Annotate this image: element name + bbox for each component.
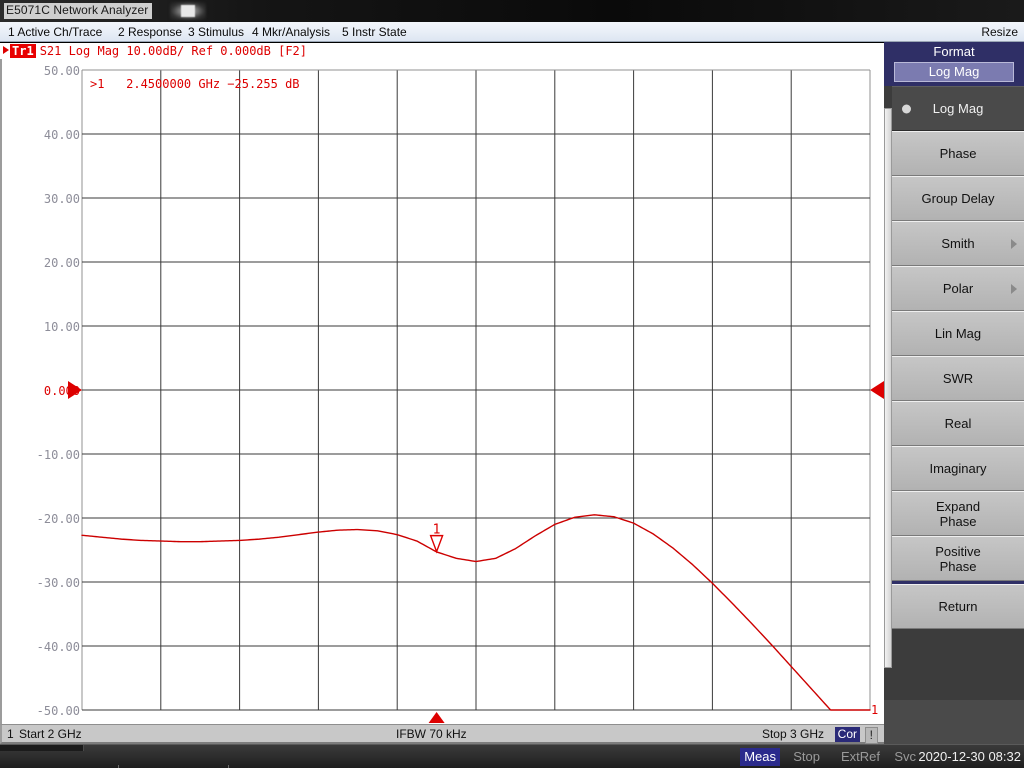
status-ifbw[interactable]: IFBW 70 kHz	[396, 727, 467, 742]
status-correction-badge[interactable]: Cor	[835, 727, 860, 742]
softkey-polar[interactable]: Polar	[892, 266, 1024, 311]
softkey-label: Lin Mag	[935, 326, 981, 341]
softkey-positive-phase[interactable]: Positive Phase	[892, 536, 1024, 581]
os-taskbar: Meas Stop ExtRef Svc 2020-12-30 08:32	[0, 744, 1024, 768]
marker-label: 1	[433, 523, 441, 538]
status-channel-number: 1	[7, 727, 14, 742]
softkey-label: Log Mag	[933, 101, 984, 116]
menu-bar: 1 Active Ch/Trace 2 Response 3 Stimulus …	[0, 22, 1024, 42]
window-title: E5071C Network Analyzer	[4, 3, 152, 19]
softkey-label: Expand Phase	[936, 499, 980, 529]
trace-end-label: 1	[871, 703, 878, 717]
softkey-swr[interactable]: SWR	[892, 356, 1024, 401]
menu-resize[interactable]: Resize	[981, 24, 1018, 40]
taskbar-clock[interactable]: 2020-12-30 08:32	[918, 748, 1021, 766]
softkey-phase[interactable]: Phase	[892, 131, 1024, 176]
softkey-scrollbar[interactable]	[884, 108, 892, 668]
ref-level-arrow-right[interactable]	[870, 381, 884, 399]
softkey-panel-filler	[884, 700, 1024, 744]
softkey-group-delay[interactable]: Group Delay	[892, 176, 1024, 221]
softkey-header: Format Log Mag	[884, 42, 1024, 86]
softkey-label: Group Delay	[922, 191, 995, 206]
ref-level-arrow-left[interactable]	[68, 381, 82, 399]
instrument-status-bar: 1 Start 2 GHz IFBW 70 kHz Stop 3 GHz Cor…	[0, 724, 884, 744]
softkey-imaginary[interactable]: Imaginary	[892, 446, 1024, 491]
menu-instr-state[interactable]: 5 Instr State	[340, 24, 409, 40]
softkey-label: SWR	[943, 371, 973, 386]
status-stop-frequency[interactable]: Stop 3 GHz	[762, 727, 824, 742]
taskbar-extref-indicator[interactable]: ExtRef	[837, 748, 884, 766]
softkey-header-title: Format	[884, 44, 1024, 60]
plot-grid	[82, 70, 870, 710]
window-titlebar: E5071C Network Analyzer	[0, 0, 1024, 22]
radio-selected-icon	[902, 104, 911, 113]
softkey-header-value[interactable]: Log Mag	[894, 62, 1014, 82]
softkey-label: Positive Phase	[935, 544, 981, 574]
menu-active-ch-trace[interactable]: 1 Active Ch/Trace	[6, 24, 104, 40]
softkey-label: Polar	[943, 281, 973, 296]
submenu-arrow-icon	[1011, 284, 1017, 294]
submenu-arrow-icon	[1011, 239, 1017, 249]
taskbar-start-area[interactable]	[0, 745, 84, 751]
menu-stimulus[interactable]: 3 Stimulus	[186, 24, 246, 40]
status-start-frequency[interactable]: Start 2 GHz	[19, 727, 82, 742]
softkey-label: Real	[945, 416, 972, 431]
trace-status-line[interactable]: Tr1 S21 Log Mag 10.00dB/ Ref 0.000dB [F2]	[0, 43, 884, 59]
softkey-label: Smith	[941, 236, 974, 251]
marker-readout: >1 2.4500000 GHz −25.255 dB	[90, 77, 300, 91]
taskbar-meas-indicator[interactable]: Meas	[740, 748, 780, 766]
trace-status-text: S21 Log Mag 10.00dB/ Ref 0.000dB [F2]	[40, 44, 307, 58]
menu-response[interactable]: 2 Response	[116, 24, 184, 40]
softkey-expand-phase[interactable]: Expand Phase	[892, 491, 1024, 536]
softkey-log-mag[interactable]: Log Mag	[892, 86, 1024, 131]
taskbar-stop-indicator[interactable]: Stop	[789, 748, 824, 766]
status-alert-badge[interactable]: !	[865, 727, 878, 744]
app-root: E5071C Network Analyzer 1 Active Ch/Trac…	[0, 0, 1024, 768]
trace-badge[interactable]: Tr1	[10, 44, 36, 58]
softkey-panel: Format Log Mag Log Mag Phase Group Delay Sm…	[884, 42, 1024, 744]
softkey-smith[interactable]: Smith	[892, 221, 1024, 266]
titlebar-highlight	[181, 5, 195, 17]
softkey-label: Imaginary	[929, 461, 986, 476]
menu-mkr-analysis[interactable]: 4 Mkr/Analysis	[250, 24, 332, 40]
softkey-return[interactable]: Return	[892, 584, 1024, 629]
softkey-lin-mag[interactable]: Lin Mag	[892, 311, 1024, 356]
taskbar-svc-indicator[interactable]: Svc	[890, 748, 920, 766]
x-axis-marker-pointer-icon[interactable]	[429, 712, 445, 723]
softkey-real[interactable]: Real	[892, 401, 1024, 446]
softkey-label: Phase	[940, 146, 977, 161]
softkey-list: Log Mag Phase Group Delay Smith Polar Lin Mag…	[892, 86, 1024, 629]
softkey-label: Return	[938, 599, 977, 614]
plot-canvas[interactable]: 1	[2, 59, 886, 724]
active-trace-arrow-icon	[3, 46, 9, 54]
graph-pane[interactable]: 50.00 40.00 30.00 20.00 10.00 0.000 -10.…	[0, 59, 884, 724]
